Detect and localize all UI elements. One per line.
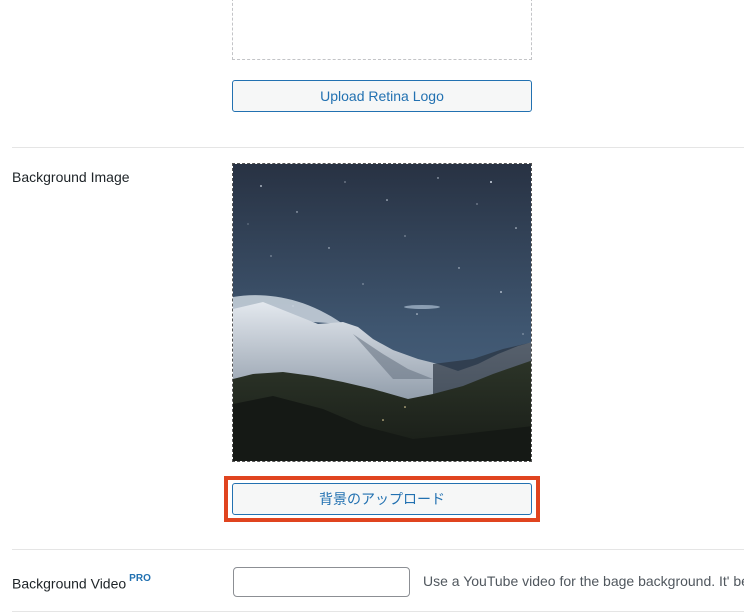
background-video-label-text: Background Video bbox=[12, 575, 127, 592]
section-divider bbox=[12, 611, 744, 612]
logo-dropzone[interactable] bbox=[232, 0, 532, 60]
section-divider bbox=[12, 147, 744, 148]
mountain-night-image bbox=[233, 164, 531, 461]
background-video-label: Background Video PRO bbox=[12, 573, 151, 592]
upload-retina-logo-button[interactable]: Upload Retina Logo bbox=[232, 80, 532, 112]
background-video-input[interactable] bbox=[233, 567, 410, 597]
section-divider bbox=[12, 549, 744, 550]
background-image-preview bbox=[232, 163, 532, 462]
background-video-help-text: Use a YouTube video for the bage backgro… bbox=[423, 573, 744, 589]
pro-badge: PRO bbox=[129, 573, 151, 584]
upload-background-button[interactable]: 背景のアップロード bbox=[232, 483, 532, 515]
background-image-label: Background Image bbox=[12, 169, 130, 185]
